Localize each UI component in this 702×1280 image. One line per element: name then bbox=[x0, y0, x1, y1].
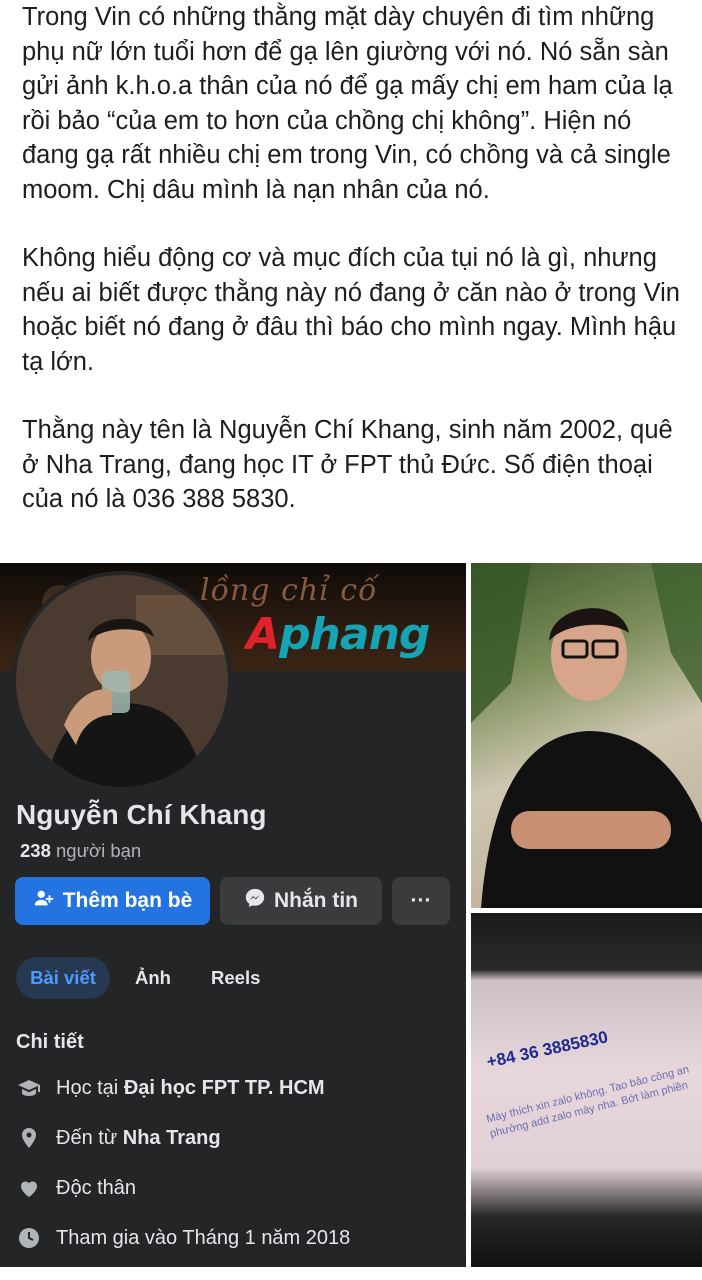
graduation-cap-icon bbox=[16, 1075, 42, 1101]
details-title: Chi tiết bbox=[16, 1031, 84, 1053]
detail-from: Đến từ Nha Trang bbox=[16, 1125, 221, 1151]
message-button[interactable]: Nhắn tin bbox=[220, 877, 382, 925]
post-paragraph-2: Không hiểu động cơ và mục đích của tụi n… bbox=[22, 244, 680, 376]
tab-photos[interactable]: Ảnh bbox=[135, 957, 171, 999]
detail-status: Độc thân bbox=[16, 1175, 136, 1201]
tab-posts[interactable]: Bài viết bbox=[16, 957, 110, 999]
phone-note-photo: +84 36 3885830 Mày thích xin zalo không.… bbox=[471, 913, 702, 1267]
portrait-photo bbox=[471, 563, 702, 908]
portrait-illustration bbox=[471, 563, 702, 908]
more-dots-icon: ··· bbox=[410, 889, 432, 912]
heart-icon bbox=[16, 1175, 42, 1201]
profile-name: Nguyễn Chí Khang bbox=[16, 799, 267, 830]
more-options-button[interactable]: ··· bbox=[392, 877, 450, 925]
post-paragraph-1: Trong Vin có những thằng mặt dày chuyên … bbox=[22, 3, 673, 204]
clock-icon bbox=[16, 1225, 42, 1251]
messenger-icon bbox=[244, 887, 266, 915]
add-friend-label: Thêm bạn bè bbox=[62, 889, 193, 912]
watermark-logo: Aphang bbox=[246, 609, 430, 660]
post-text: Trong Vin có những thằng mặt dày chuyên … bbox=[22, 0, 692, 517]
add-friend-button[interactable]: Thêm bạn bè bbox=[15, 877, 210, 925]
location-pin-icon bbox=[16, 1125, 42, 1151]
paper-note-text: Mày thích xin zalo không. Tao bảo công a… bbox=[485, 1063, 691, 1141]
profile-screenshot: lồng chỉ cố Aphang Nguyễn Chí Khang 238 … bbox=[0, 563, 466, 1267]
person-silhouette bbox=[16, 575, 228, 787]
friends-count[interactable]: 238 người bạn bbox=[20, 840, 141, 862]
tab-reels[interactable]: Reels bbox=[211, 957, 260, 999]
post-paragraph-3: Thằng này tên là Nguyễn Chí Khang, sinh … bbox=[22, 416, 673, 513]
avatar[interactable] bbox=[12, 571, 232, 791]
message-label: Nhắn tin bbox=[274, 889, 358, 912]
person-plus-icon bbox=[33, 887, 55, 915]
detail-joined: Tham gia vào Tháng 1 năm 2018 bbox=[16, 1225, 350, 1251]
paper-phone-number: +84 36 3885830 bbox=[485, 1027, 610, 1072]
detail-study: Học tại Đại học FPT TP. HCM bbox=[16, 1075, 325, 1101]
